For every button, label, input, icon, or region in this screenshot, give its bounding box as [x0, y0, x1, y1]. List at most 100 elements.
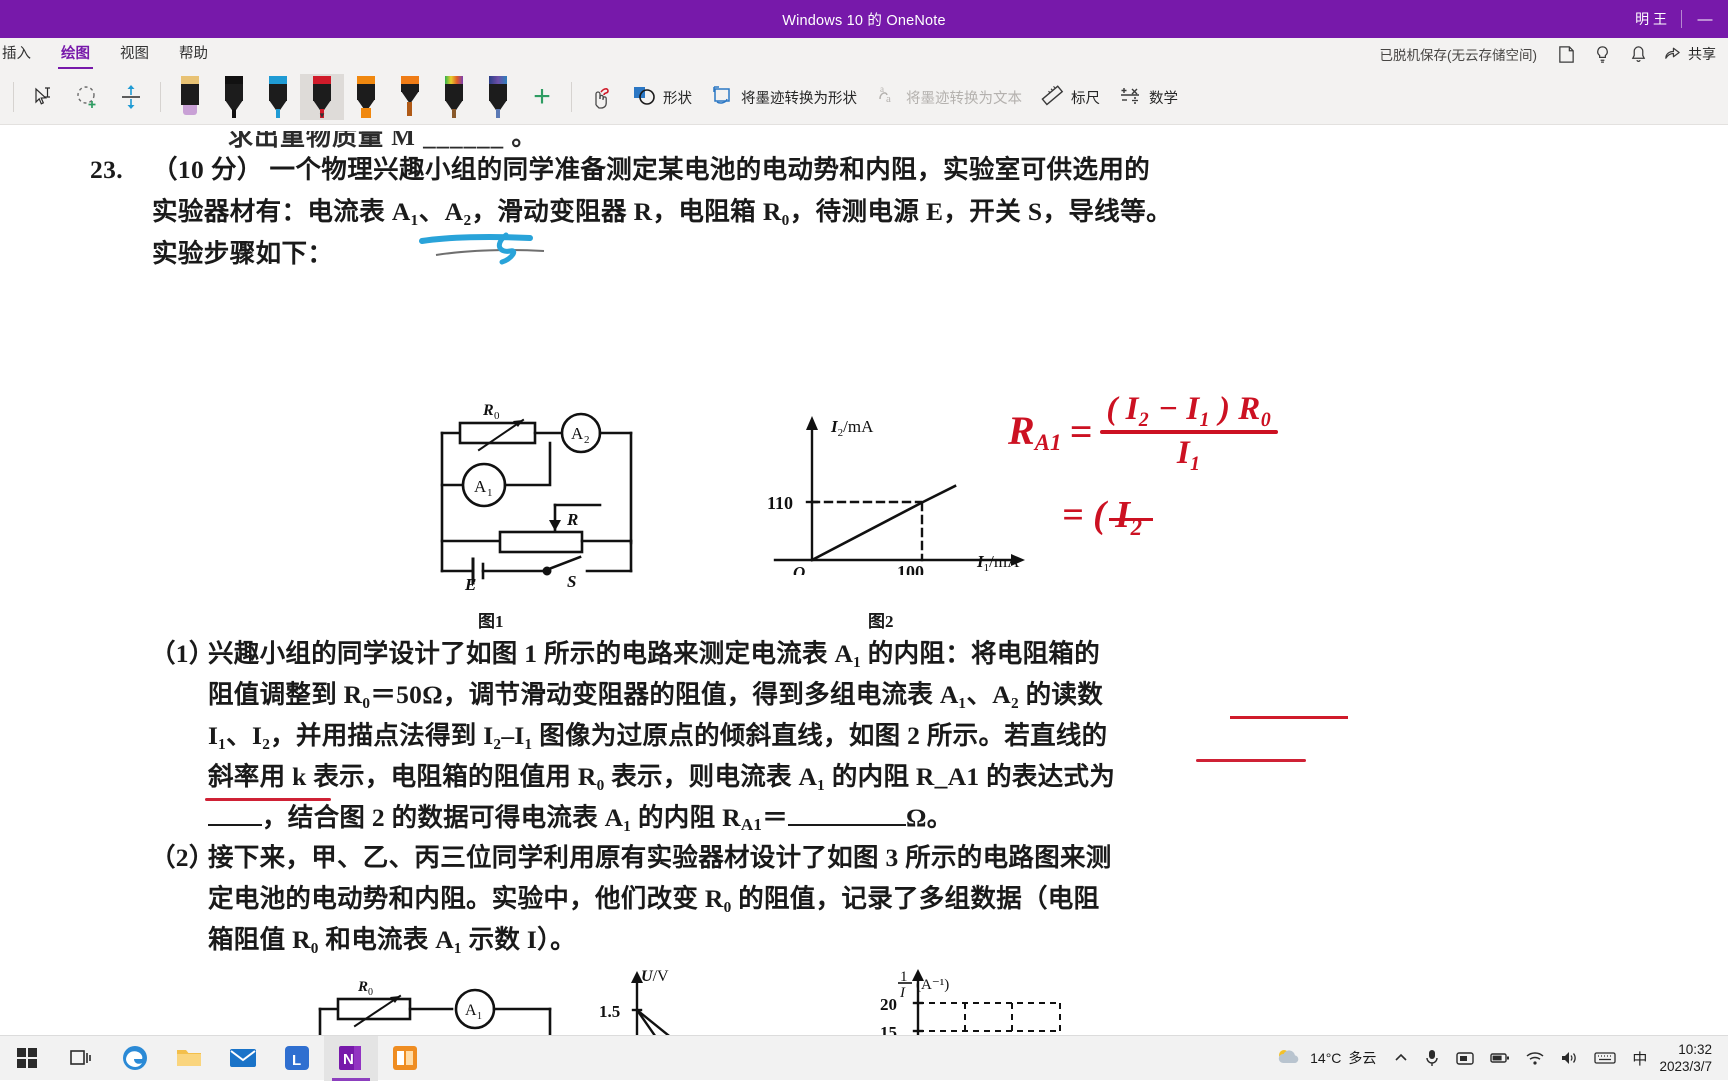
pen-rainbow[interactable]	[432, 74, 476, 120]
tab-insert[interactable]: 插入	[0, 38, 46, 70]
answer-blank-2[interactable]	[788, 824, 906, 826]
start-button[interactable]	[0, 1036, 54, 1081]
pen-blue[interactable]	[256, 74, 300, 120]
pen-glyph	[223, 76, 245, 118]
ink-equals: =	[1070, 408, 1093, 455]
edge-icon[interactable]	[108, 1036, 162, 1081]
task-view-button[interactable]	[54, 1036, 108, 1081]
ink-to-text-icon: a a	[875, 83, 899, 111]
pen-galaxy[interactable]	[476, 74, 520, 120]
part1-text-2: 阻值调整到 R₀＝50Ω，调节滑动变阻器的阻值，得到多组电流表 A₁、A₂ 的读…	[208, 680, 1103, 709]
keyboard-icon[interactable]	[1586, 1036, 1624, 1081]
pen-highlighter-orange[interactable]	[344, 74, 388, 120]
clock[interactable]: 10:32 2023/3/7	[1655, 1041, 1722, 1075]
svg-text:0: 0	[494, 410, 500, 422]
tab-help[interactable]: 帮助	[164, 38, 223, 70]
toolbar-divider-2	[571, 82, 572, 112]
pen-black[interactable]	[212, 74, 256, 120]
drawing-toolbar: ▾ +	[0, 70, 1728, 125]
wifi-icon[interactable]	[1518, 1036, 1552, 1081]
svg-text:O: O	[793, 563, 805, 575]
red-underline-1	[1196, 759, 1306, 762]
svg-text:1.5: 1.5	[599, 1002, 620, 1021]
ink-r-a1: RA1	[1008, 407, 1062, 456]
svg-text:I2/mA: I2/mA	[830, 417, 874, 439]
svg-text:I1/mA: I1/mA	[976, 552, 1020, 574]
part1-line-1: （1）兴趣小组的同学设计了如图 1 所示的电路来测定电流表 A₁ 的内阻：将电阻…	[150, 633, 1370, 674]
minimize-button[interactable]: —	[1682, 0, 1728, 38]
ribbon-tab-bar: 插入 绘图 视图 帮助 已脱机保存(无云存储空间) 共享	[0, 38, 1728, 70]
weather-widget[interactable]: 14°C 多云	[1265, 1047, 1386, 1070]
ink-denominator: I₁	[1100, 435, 1277, 472]
screenshot-icon[interactable]	[1448, 1036, 1482, 1081]
answer-blank-1[interactable]	[208, 824, 262, 826]
ink-numerator: ( I₂ − I₁ ) R₀	[1100, 391, 1277, 428]
show-hidden-icons-button[interactable]	[1386, 1036, 1416, 1081]
share-button[interactable]: 共享	[1657, 39, 1724, 69]
figure-2-graph: I2/mA 110 O 100 I1/mA	[745, 410, 1035, 575]
ink-fraction-bar	[1100, 430, 1277, 434]
ink-underline	[1109, 518, 1153, 521]
ink-formula-line-1: RA1 = ( I₂ − I₁ ) R₀ I₁	[1008, 391, 1278, 472]
add-pen-button[interactable]: +	[520, 74, 564, 120]
math-button[interactable]: 数学	[1109, 77, 1187, 117]
pen-glyph	[355, 76, 377, 118]
ink-formula-line-2: = ( I₂	[1062, 493, 1153, 537]
lightbulb-icon[interactable]	[1585, 39, 1619, 69]
pencil-orange[interactable]	[388, 74, 432, 120]
battery-icon[interactable]	[1482, 1036, 1518, 1081]
ribbon-tab-group: 插入 绘图 视图 帮助	[0, 38, 223, 70]
svg-text:L: L	[292, 1052, 301, 1069]
part1-text-3: I₁、I₂，并用描点法得到 I₂–I₁ 图像为过原点的倾斜直线，如图 2 所示。…	[208, 721, 1107, 750]
pen-glyph	[487, 76, 509, 118]
bell-icon[interactable]	[1621, 39, 1655, 69]
ink-to-shape-button[interactable]: 将墨迹转换为形状	[701, 77, 866, 117]
red-underline-2	[205, 798, 331, 801]
ribbon-status-group: 已脱机保存(无云存储空间) 共享	[1380, 38, 1725, 70]
pen-highlighter-yellow[interactable]	[168, 74, 212, 120]
svg-text:E: E	[464, 575, 476, 593]
question-text-1: （10 分） 一个物理兴趣小组的同学准备测定某电池的电动势和内阻，实验室可供选用…	[152, 155, 1150, 184]
svg-text:R: R	[566, 510, 578, 529]
ruler-label: 标尺	[1071, 87, 1100, 108]
insert-space-icon[interactable]	[109, 74, 153, 120]
part2-text-1: 接下来，甲、乙、丙三位同学利用原有实验器材设计了如图 3 所示的电路图来测	[208, 843, 1112, 872]
figure-1-circuit: R 0 A 2 A 1 R E S	[395, 393, 645, 593]
ruler-icon	[1040, 83, 1064, 111]
mail-icon[interactable]	[216, 1036, 270, 1081]
ink-to-text-button[interactable]: a a 将墨迹转换为文本	[866, 77, 1031, 117]
math-label: 数学	[1149, 87, 1178, 108]
part1-sub-a1: A1	[741, 815, 762, 834]
mic-icon[interactable]	[1416, 1036, 1448, 1081]
ink-fraction: ( I₂ − I₁ ) R₀ I₁	[1100, 391, 1277, 472]
title-bar-right-group: 明 王 —	[1621, 0, 1728, 38]
orange-app-icon[interactable]	[378, 1036, 432, 1081]
app-blue-icon[interactable]: L	[270, 1036, 324, 1081]
file-explorer-icon[interactable]	[162, 1036, 216, 1081]
tab-draw[interactable]: 绘图	[46, 38, 105, 70]
lasso-select-icon[interactable]	[65, 74, 109, 120]
ink-line2-text: = ( I₂	[1062, 494, 1143, 536]
plus-icon: +	[533, 82, 551, 112]
svg-text:A: A	[465, 1002, 477, 1019]
account-name[interactable]: 明 王	[1621, 9, 1681, 29]
ink-gesture-icon[interactable]	[579, 74, 623, 120]
svg-text:2: 2	[584, 434, 590, 446]
chevron-down-icon[interactable]: ▾	[320, 110, 325, 121]
ruler-button[interactable]: 标尺	[1031, 77, 1109, 117]
figure-3-graph-uv: U/V 1.5 b	[595, 965, 825, 1035]
note-icon[interactable]	[1549, 39, 1583, 69]
pen-glyph	[267, 76, 289, 118]
ime-indicator[interactable]: 中	[1624, 1036, 1655, 1081]
volume-icon[interactable]	[1552, 1036, 1586, 1081]
notebook-page[interactable]: 求出重物质量 M ______ 。 23.（10 分） 一个物理兴趣小组的同学准…	[0, 125, 1728, 1035]
shapes-button[interactable]: 形状	[623, 77, 701, 117]
svg-text:a: a	[886, 93, 891, 105]
onenote-icon[interactable]: N	[324, 1036, 378, 1081]
tab-view[interactable]: 视图	[105, 38, 164, 70]
type-select-icon[interactable]	[21, 74, 65, 120]
pen-glyph	[399, 76, 421, 118]
question-line-1: 23.（10 分） 一个物理兴趣小组的同学准备测定某电池的电动势和内阻，实验室可…	[90, 149, 1290, 191]
pen-red[interactable]: ▾	[300, 74, 344, 120]
part1-text-5b: ＝	[762, 803, 788, 832]
